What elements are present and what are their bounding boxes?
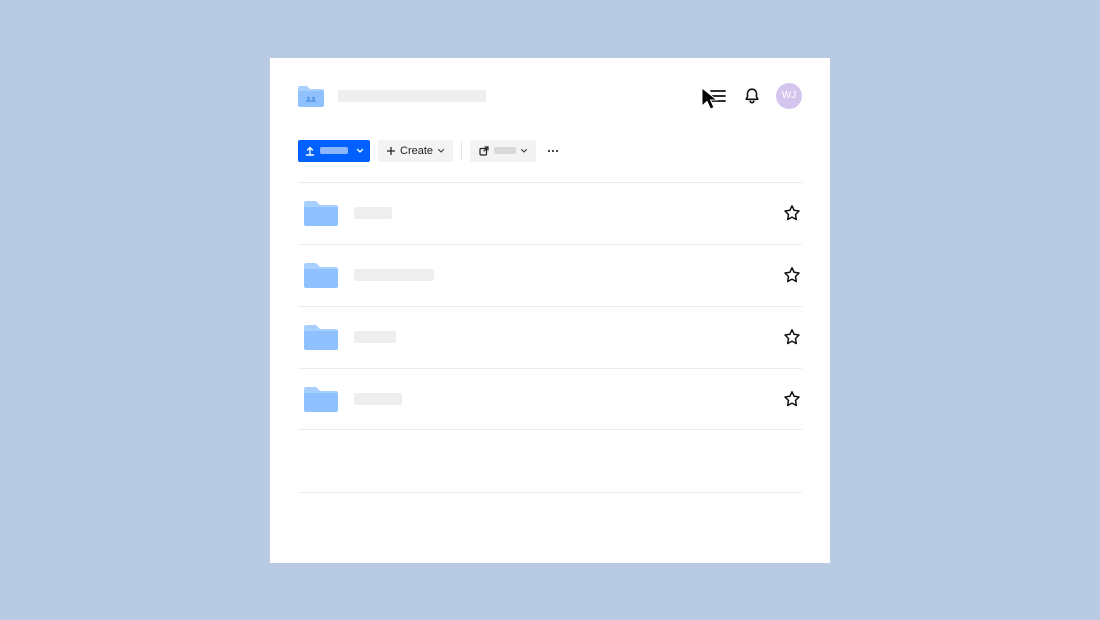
file-name	[354, 393, 402, 405]
file-list	[298, 182, 802, 430]
upload-label	[320, 147, 348, 154]
menu-icon[interactable]	[708, 86, 728, 106]
breadcrumb-title	[338, 90, 486, 102]
upload-button[interactable]	[298, 140, 370, 162]
list-item[interactable]	[298, 244, 802, 306]
chevron-down-icon	[356, 147, 364, 155]
bell-icon[interactable]	[742, 86, 762, 106]
chevron-down-icon	[437, 147, 445, 155]
chevron-down-icon	[520, 147, 528, 155]
avatar[interactable]: WJ	[776, 83, 802, 109]
star-button[interactable]	[782, 389, 802, 409]
create-button[interactable]: Create	[378, 140, 453, 162]
folder-icon	[304, 199, 338, 227]
app-window: WJ Create	[270, 58, 830, 563]
dots-horizontal-icon	[546, 144, 560, 158]
create-label: Create	[400, 145, 433, 157]
folder-icon	[304, 323, 338, 351]
star-icon	[783, 204, 801, 222]
folder-icon	[304, 261, 338, 289]
star-icon	[783, 328, 801, 346]
upload-icon	[304, 145, 316, 157]
list-item[interactable]	[298, 182, 802, 244]
star-button[interactable]	[782, 265, 802, 285]
star-button[interactable]	[782, 203, 802, 223]
file-name	[354, 269, 434, 281]
folder-icon	[304, 385, 338, 413]
header: WJ	[298, 82, 802, 110]
list-bottom-divider	[298, 492, 802, 493]
export-label	[494, 147, 516, 154]
star-button[interactable]	[782, 327, 802, 347]
shared-folder-icon	[298, 85, 324, 107]
file-name	[354, 207, 392, 219]
toolbar-divider	[461, 142, 462, 160]
export-button[interactable]	[470, 140, 536, 162]
star-icon	[783, 390, 801, 408]
list-item[interactable]	[298, 306, 802, 368]
header-actions: WJ	[708, 83, 802, 109]
breadcrumb[interactable]	[298, 85, 486, 107]
list-item[interactable]	[298, 368, 802, 430]
plus-icon	[386, 146, 396, 156]
toolbar: Create	[298, 140, 802, 162]
star-icon	[783, 266, 801, 284]
file-name	[354, 331, 396, 343]
more-options-button[interactable]	[544, 142, 562, 160]
external-link-icon	[478, 145, 490, 157]
